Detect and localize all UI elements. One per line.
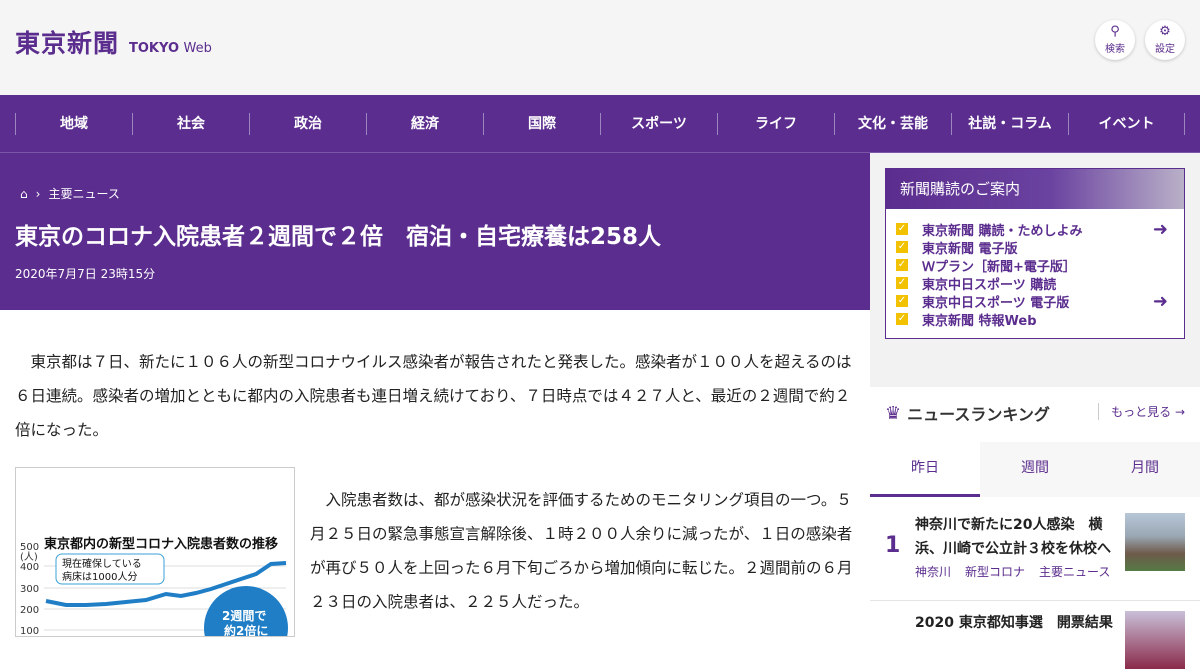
gear-icon: ⚙ (1159, 24, 1171, 39)
y-tick: 300 (20, 584, 39, 595)
home-icon[interactable]: ⌂ (20, 187, 28, 201)
subscription-item[interactable]: ✓ 東京中日スポーツ 購読 (886, 274, 1184, 293)
callout-text-1: 2週間で (222, 608, 266, 623)
article-title: 東京のコロナ入院患者２週間で２倍 宿泊・自宅療養は258人 (15, 224, 662, 250)
arrow-right-icon: → (1174, 405, 1185, 419)
article-paragraph-2: 入院患者数は、都が感染状況を評価するためのモニタリング項目の一つ。５月２５日の緊… (310, 491, 853, 611)
y-tick: 500 (20, 542, 39, 553)
site-logo[interactable]: 東京新聞 TOKYO Web (15, 24, 212, 60)
y-tick: 400 (20, 562, 39, 573)
nav-item-sports[interactable]: スポーツ (600, 112, 717, 135)
search-label: 検索 (1105, 44, 1125, 55)
ranking-number: 1 (885, 533, 901, 558)
main-nav: 地域 社会 政治 経済 国際 スポーツ ライフ 文化・芸能 社説・コラム イベン… (0, 95, 1200, 153)
subscription-list: ✓ 東京新聞 購読・ためしよみ ➜ ✓ 東京新聞 電子版 ✓ Ｗプラン［新聞+電子版］ … (886, 209, 1184, 329)
callout-text-2: 約2倍に (224, 623, 268, 637)
tab-weekly[interactable]: 週間 (980, 442, 1090, 497)
y-tick: 100 (20, 626, 39, 637)
logo-english: TOKYO Web (129, 41, 212, 56)
settings-label: 設定 (1155, 44, 1175, 55)
article-date: 2020年7月7日 23時15分 (15, 267, 156, 281)
ranking-item[interactable]: 2020 東京都知事選 開票結果 (870, 609, 1200, 669)
note-text-1: 現在確保している (62, 557, 142, 570)
ranking-thumbnail[interactable] (1125, 611, 1185, 669)
figure-title: 東京都内の新型コロナ入院患者数の推移 (44, 536, 278, 552)
article-paragraph-1: 東京都は７日、新たに１０６人の新型コロナウイルス感染者が報告されたと発表した。感… (15, 353, 852, 439)
ranking-tags: 神奈川 新型コロナ 主要ニュース (915, 563, 1110, 580)
nav-item-culture[interactable]: 文化・芸能 (834, 112, 951, 135)
nav-item-international[interactable]: 国際 (483, 112, 600, 135)
subscription-title: 新聞購読のご案内 (886, 169, 1184, 209)
settings-button[interactable]: ⚙ 設定 (1145, 20, 1185, 60)
chevron-right-icon: › (35, 186, 41, 201)
article-header: ⌂ › 主要ニュース 東京のコロナ入院患者２週間で２倍 宿泊・自宅療養は258人… (0, 153, 870, 310)
tag[interactable]: 主要ニュース (1039, 563, 1110, 580)
ranking-item-title[interactable]: 神奈川で新たに20人感染 横浜、川崎で公立計３校を休校へ (915, 513, 1115, 561)
ranking-thumbnail[interactable] (1125, 513, 1185, 571)
nav-item-area[interactable]: 地域 (15, 112, 132, 135)
check-icon: ✓ (896, 313, 908, 325)
tag[interactable]: 新型コロナ (965, 563, 1025, 580)
logo-japanese: 東京新聞 (15, 29, 120, 58)
ranking-tabs: 昨日 週間 月間 (870, 442, 1200, 497)
nav-item-society[interactable]: 社会 (132, 112, 249, 135)
nav-item-event[interactable]: イベント (1068, 112, 1185, 135)
subscription-item[interactable]: ✓ 東京中日スポーツ 電子版 ➜ (886, 291, 1184, 312)
site-header: 東京新聞 TOKYO Web ⚲ 検索 ⚙ 設定 (0, 0, 1200, 95)
check-icon: ✓ (896, 241, 908, 253)
check-icon: ✓ (896, 223, 908, 235)
tab-monthly[interactable]: 月間 (1090, 442, 1200, 497)
subscription-item[interactable]: ✓ 東京新聞 特報Web (886, 310, 1184, 329)
tag[interactable]: 神奈川 (915, 563, 951, 580)
login-icon[interactable]: ➜ (1153, 219, 1168, 240)
ranking-title: ニュースランキング (907, 405, 1050, 424)
ranking-more-link[interactable]: もっと見る → (1098, 403, 1185, 420)
news-ranking: ♛ ニュースランキング もっと見る → 昨日 週間 月間 1 神奈川で新たに20… (870, 387, 1200, 669)
subscription-box: 新聞購読のご案内 ✓ 東京新聞 購読・ためしよみ ➜ ✓ 東京新聞 電子版 ✓ Ｗプラン… (885, 168, 1185, 339)
subscription-item[interactable]: ✓ 東京新聞 購読・ためしよみ ➜ (886, 219, 1184, 240)
inpatient-chart: 東京都内の新型コロナ入院患者数の推移 (人) 500 400 300 200 1… (20, 536, 288, 637)
search-icon: ⚲ (1110, 24, 1120, 39)
crown-icon: ♛ (885, 402, 902, 424)
search-button[interactable]: ⚲ 検索 (1095, 20, 1135, 60)
article-figure[interactable]: 東京都内の新型コロナ入院患者数の推移 (人) 500 400 300 200 1… (15, 467, 295, 637)
nav-item-economy[interactable]: 経済 (366, 112, 483, 135)
ranking-header: ♛ ニュースランキング (885, 401, 1050, 425)
login-icon[interactable]: ➜ (1153, 291, 1168, 312)
subscription-item[interactable]: ✓ Ｗプラン［新聞+電子版］ (886, 256, 1184, 275)
nav-item-life[interactable]: ライフ (717, 112, 834, 135)
subscription-item[interactable]: ✓ 東京新聞 電子版 (886, 238, 1184, 257)
check-icon: ✓ (896, 295, 908, 307)
ranking-item-title[interactable]: 2020 東京都知事選 開票結果 (915, 611, 1115, 635)
nav-item-column[interactable]: 社説・コラム (951, 112, 1068, 135)
nav-item-politics[interactable]: 政治 (249, 112, 366, 135)
note-text-2: 病床は1000人分 (62, 570, 137, 583)
breadcrumb: ⌂ › 主要ニュース (20, 185, 120, 202)
breadcrumb-section[interactable]: 主要ニュース (48, 185, 119, 202)
y-tick: 200 (20, 605, 39, 616)
check-icon: ✓ (896, 259, 908, 271)
check-icon: ✓ (896, 277, 908, 289)
ranking-item[interactable]: 1 神奈川で新たに20人感染 横浜、川崎で公立計３校を休校へ 神奈川 新型コロナ… (870, 511, 1200, 601)
tab-yesterday[interactable]: 昨日 (870, 442, 980, 497)
